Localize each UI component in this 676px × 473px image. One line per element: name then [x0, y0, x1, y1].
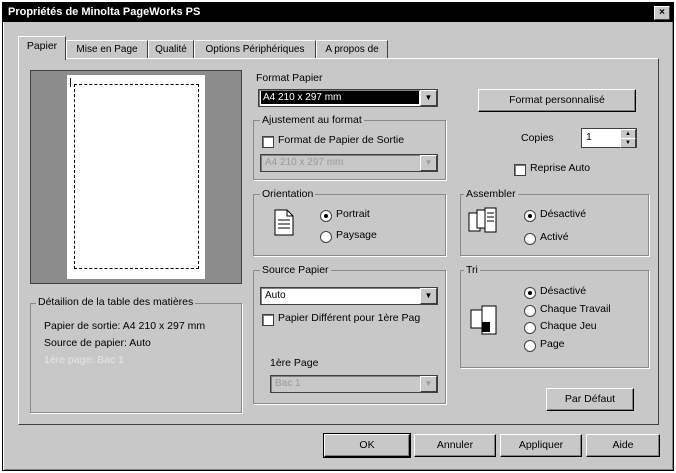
- apply-button[interactable]: Appliquer: [500, 434, 582, 457]
- sort-each-job-label: Chaque Travail: [540, 303, 611, 315]
- cancel-button[interactable]: Annuler: [414, 434, 496, 457]
- details-line-source: Source de papier: Auto: [44, 337, 151, 349]
- collate-off-radio[interactable]: [524, 210, 536, 222]
- output-paper-label: Format de Papier de Sortie: [278, 134, 405, 146]
- printable-area: [74, 84, 199, 269]
- orientation-landscape-label: Paysage: [336, 229, 377, 241]
- sort-pages-icon: [470, 305, 497, 335]
- tab-qualite[interactable]: Qualité: [148, 40, 194, 59]
- details-group-title: Détailion de la table des matières: [36, 296, 196, 308]
- tab-options-peripheriques[interactable]: Options Périphériques: [194, 40, 316, 59]
- orientation-group-title: Orientation: [260, 188, 316, 200]
- copies-spinner[interactable]: 1 ▲ ▼: [581, 128, 637, 148]
- fit-group-title: Ajustement au format: [260, 114, 364, 126]
- paper-source-value: Auto: [265, 290, 286, 301]
- sort-each-set-label: Chaque Jeu: [540, 320, 597, 332]
- chevron-down-icon[interactable]: ▼: [420, 288, 437, 304]
- sort-each-set-radio[interactable]: [524, 322, 536, 334]
- preview-sheet: [67, 75, 205, 279]
- chevron-down-icon[interactable]: ▼: [420, 155, 437, 171]
- tab-papier[interactable]: Papier: [18, 36, 66, 60]
- copies-value: 1: [586, 131, 592, 143]
- details-line-paper: Papier de sortie: A4 210 x 297 mm: [44, 320, 206, 332]
- custom-format-button[interactable]: Format personnalisé: [478, 89, 636, 112]
- paper-source-group-title: Source Papier: [260, 264, 331, 276]
- paper-format-select[interactable]: A4 210 x 297 mm ▼: [258, 89, 438, 107]
- collate-on-radio[interactable]: [524, 233, 536, 245]
- output-paper-checkbox[interactable]: [262, 136, 274, 148]
- output-paper-select[interactable]: A4 210 x 297 mm ▼: [260, 154, 438, 172]
- collate-off-label: Désactivé: [540, 208, 587, 220]
- orientation-landscape-radio[interactable]: [320, 231, 332, 243]
- defaults-button[interactable]: Par Défaut: [546, 388, 634, 411]
- page-preview: [30, 70, 242, 284]
- title-bar: Propriétés de Minolta PageWorks PS ×: [3, 3, 673, 22]
- sort-page-label: Page: [540, 338, 565, 350]
- sort-page-radio[interactable]: [524, 340, 536, 352]
- window-title: Propriétés de Minolta PageWorks PS: [8, 6, 201, 18]
- sort-off-label: Désactivé: [540, 285, 587, 297]
- tab-mise-en-page[interactable]: Mise en Page: [66, 40, 148, 59]
- auto-reprint-checkbox[interactable]: [514, 164, 526, 176]
- auto-reprint-label: Reprise Auto: [530, 162, 591, 174]
- details-line-first-page: 1ère page: Bac 1: [44, 354, 124, 366]
- help-button[interactable]: Aide: [586, 434, 660, 457]
- tab-a-propos[interactable]: A propos de: [316, 40, 388, 59]
- first-page-select[interactable]: Bac 1 ▼: [270, 375, 438, 393]
- ok-button[interactable]: OK: [323, 433, 411, 458]
- preview-marker: [70, 78, 71, 87]
- collate-on-label: Activé: [540, 231, 569, 243]
- different-first-page-checkbox[interactable]: [262, 314, 274, 326]
- different-first-page-label: Papier Différent pour 1ère Pag: [278, 312, 421, 324]
- paper-format-value: A4 210 x 297 mm: [261, 91, 419, 104]
- sort-group-title: Tri: [464, 264, 480, 276]
- orientation-portrait-radio[interactable]: [320, 210, 332, 222]
- collate-pages-icon: [468, 207, 497, 233]
- sort-off-radio[interactable]: [524, 287, 536, 299]
- paper-source-select[interactable]: Auto ▼: [260, 287, 438, 305]
- sort-each-job-radio[interactable]: [524, 305, 536, 317]
- paper-format-label: Format Papier: [256, 72, 323, 84]
- output-paper-value: A4 210 x 297 mm: [265, 157, 344, 168]
- portrait-page-icon: [274, 209, 294, 236]
- first-page-value: Bac 1: [275, 378, 301, 389]
- copies-label: Copies: [521, 132, 554, 144]
- orientation-portrait-label: Portrait: [336, 208, 370, 220]
- first-page-label: 1ère Page: [270, 357, 319, 369]
- chevron-down-icon[interactable]: ▼: [420, 90, 437, 106]
- spin-down-icon[interactable]: ▼: [620, 138, 636, 148]
- chevron-down-icon[interactable]: ▼: [420, 376, 437, 392]
- collate-group-title: Assembler: [464, 188, 518, 200]
- close-icon[interactable]: ×: [654, 6, 670, 20]
